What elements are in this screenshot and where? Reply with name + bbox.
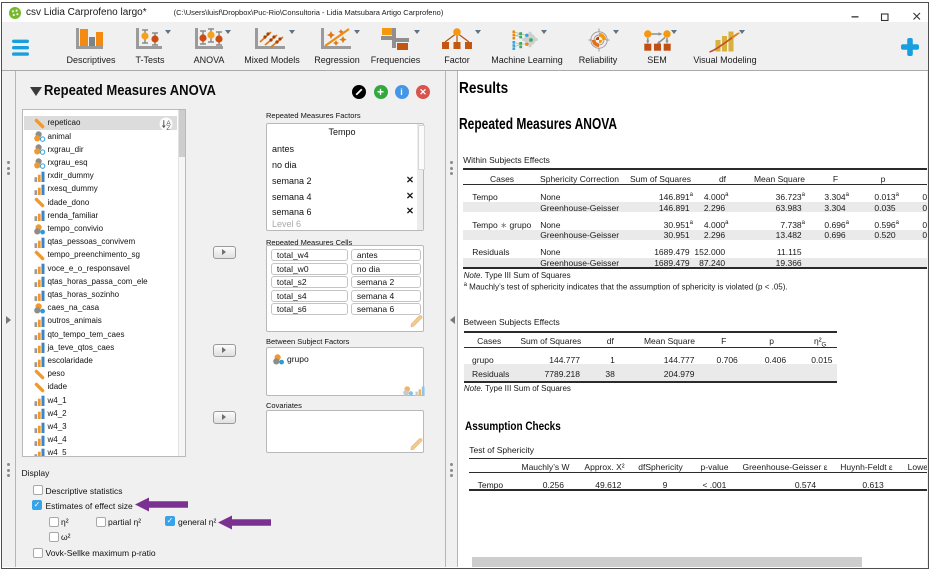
- svg-text:Z: Z: [166, 125, 170, 131]
